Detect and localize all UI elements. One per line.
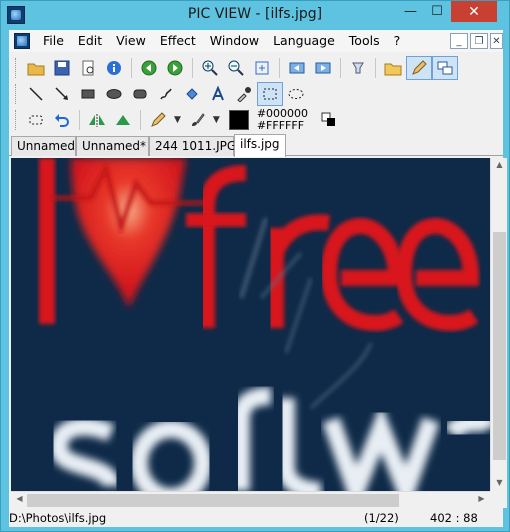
crop-select-icon[interactable] [23,108,49,132]
menu-bar: File Edit View Effect Window Language To… [9,30,503,52]
scroll-up-arrow-icon[interactable]: ▲ [491,160,508,169]
window-tile-icon[interactable] [432,56,458,80]
title-bar[interactable]: PIC VIEW - [ilfs.jpg] — ☐ ✕ [1,1,509,29]
menu-edit[interactable]: Edit [71,30,109,52]
browse-folder-icon[interactable] [380,56,406,80]
menu-file[interactable]: File [36,30,71,52]
menu-language[interactable]: Language [266,30,342,52]
tab-unnamed[interactable]: Unnamed [11,136,76,156]
fill-tool-icon[interactable] [179,82,205,106]
ellipse-select-icon[interactable] [283,82,309,106]
scroll-left-arrow-icon[interactable]: ◀ [11,494,28,503]
rectangle-tool-icon[interactable] [75,82,101,106]
menu-help[interactable]: ? [387,30,408,52]
slideshow-icon[interactable] [345,56,371,80]
freehand-tool-icon[interactable] [153,82,179,106]
brush-dropdown-icon[interactable]: ▼ [213,115,220,125]
print-preview-icon[interactable] [75,56,101,80]
brush-icon[interactable] [184,108,210,132]
mdi-restore-button[interactable]: ❐ [470,33,488,49]
toolbar-grip[interactable] [15,110,18,130]
color-picker-icon[interactable] [231,82,257,106]
close-button[interactable]: ✕ [451,1,497,22]
pencil-dropdown-icon[interactable]: ▼ [174,115,181,125]
toolbar-separator [140,110,141,130]
menu-effect[interactable]: Effect [153,30,203,52]
tab-unnamed-modified[interactable]: Unnamed* [76,136,149,156]
zoom-in-icon[interactable] [197,56,223,80]
fit-to-window-icon[interactable] [249,56,275,80]
app-window: PIC VIEW - [ilfs.jpg] — ☐ ✕ File Edit Vi… [0,0,510,532]
toolbar-grip[interactable] [15,58,18,78]
rotate-right-icon[interactable] [310,56,336,80]
undo-icon[interactable] [49,108,75,132]
document-icon[interactable] [14,33,30,49]
rounded-rect-tool-icon[interactable] [127,82,153,106]
save-icon[interactable] [49,56,75,80]
open-folder-icon[interactable] [23,56,49,80]
horizontal-scroll-thumb[interactable] [27,494,399,507]
secondary-color-text: #FFFFFF [256,119,305,132]
options-toolbar: ▼ ▼ #000000 #FFFFFF [9,106,503,134]
image-content [11,158,490,491]
primary-color-swatch[interactable] [228,110,249,130]
main-toolbar [9,54,503,82]
document-tabs: Unnamed Unnamed* 244 1011.JPG* ilfs.jpg [9,134,503,157]
zoom-out-icon[interactable] [223,56,249,80]
tab-ilfs[interactable]: ilfs.jpg [234,134,286,157]
scroll-right-arrow-icon[interactable]: ▶ [473,494,490,503]
image-canvas[interactable] [11,158,490,491]
edit-mode-icon[interactable] [406,56,432,80]
minimize-button[interactable]: — [397,1,424,22]
line-tool-icon[interactable] [23,82,49,106]
next-image-icon[interactable] [162,56,188,80]
drawing-toolbar [9,80,503,108]
horizontal-scrollbar[interactable]: ◀ ▶ [11,491,490,508]
menu-tools[interactable]: Tools [342,30,387,52]
scrollbar-corner [490,491,507,508]
tab-244-1011[interactable]: 244 1011.JPG* [149,136,242,156]
text-tool-icon[interactable] [205,82,231,106]
toolbar-separator [131,58,132,78]
maximize-button[interactable]: ☐ [424,1,450,22]
flip-vertical-icon[interactable] [110,108,136,132]
mdi-minimize-button[interactable]: _ [450,33,468,49]
toolbar-separator [79,110,80,130]
pencil-icon[interactable] [145,108,171,132]
menu-window[interactable]: Window [203,30,266,52]
previous-image-icon[interactable] [136,56,162,80]
mdi-close-button[interactable]: ✕ [490,33,503,49]
vertical-scrollbar[interactable]: ▲ ▼ [490,158,507,491]
status-image-index: (1/22) [364,511,399,525]
rotate-left-icon[interactable] [284,56,310,80]
toolbar-separator [279,58,280,78]
toolbar-separator [375,58,376,78]
toolbar-separator [340,58,341,78]
scroll-down-arrow-icon[interactable]: ▼ [491,478,508,487]
menu-view[interactable]: View [109,30,153,52]
swap-colors-icon[interactable] [316,108,342,132]
toolbar-grip[interactable] [15,84,18,104]
info-icon[interactable] [101,56,127,80]
rectangle-select-icon[interactable] [257,82,283,106]
status-bar: D:\Photos\ilfs.jpg (1/22) 402 : 88 [9,509,503,527]
client-area: File Edit View Effect Window Language To… [9,30,507,527]
status-cursor-coords: 402 : 88 [430,511,478,525]
vertical-scroll-thumb[interactable] [493,232,506,460]
flip-horizontal-icon[interactable] [84,108,110,132]
status-file-path: D:\Photos\ilfs.jpg [9,511,107,525]
color-values: #000000 #FFFFFF [257,108,308,132]
toolbar-separator [192,58,193,78]
arrow-tool-icon[interactable] [49,82,75,106]
ellipse-tool-icon[interactable] [101,82,127,106]
